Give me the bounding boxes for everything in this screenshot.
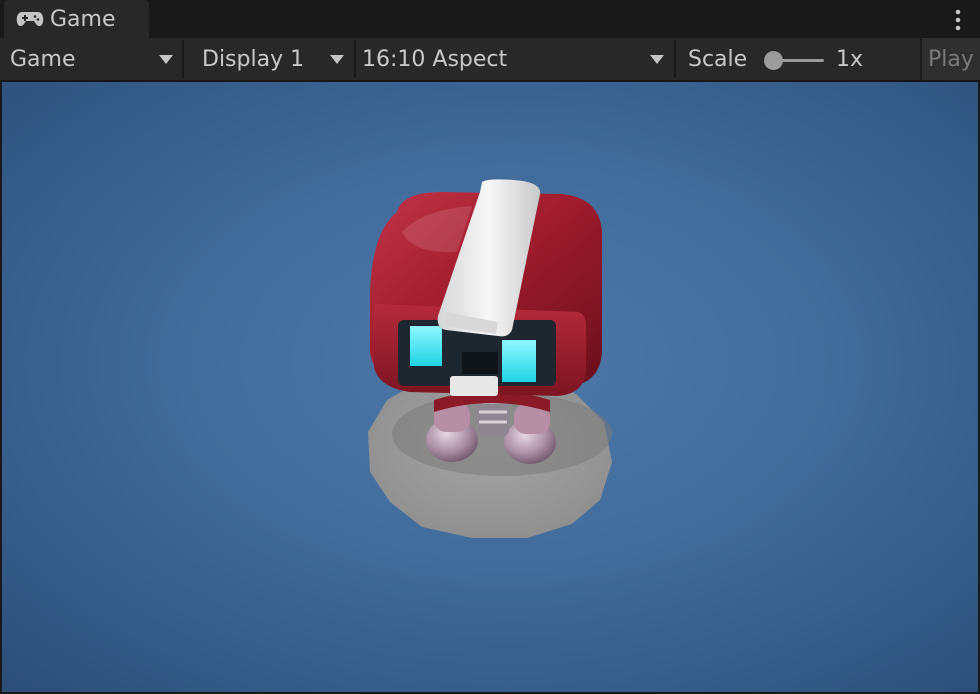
scale-slider-thumb[interactable]: [764, 51, 783, 70]
gamepad-icon: [16, 12, 44, 27]
display-dropdown[interactable]: Display 1: [184, 38, 354, 80]
game-mode-label: Game: [10, 46, 76, 72]
display-label: Display 1: [202, 46, 305, 72]
game-scene: [368, 179, 612, 538]
scale-label: Scale: [676, 38, 756, 80]
game-view-toolbar: Game Display 1 16:10 Aspect Scale 1x: [0, 38, 980, 82]
robot-head: [370, 179, 602, 396]
scale-value-text: 1x: [836, 46, 864, 72]
scale-label-text: Scale: [688, 46, 748, 72]
tab-game[interactable]: Game: [4, 0, 149, 38]
tab-bar: Game: [0, 0, 980, 38]
tab-label: Game: [50, 6, 116, 32]
game-viewport[interactable]: [2, 82, 978, 692]
chevron-down-icon: [159, 55, 173, 64]
play-label: Play: [928, 46, 974, 72]
chevron-down-icon: [330, 55, 344, 64]
play-focused-button[interactable]: Play: [920, 38, 980, 80]
more-options-icon[interactable]: [954, 9, 962, 31]
aspect-dropdown[interactable]: 16:10 Aspect: [356, 38, 674, 80]
game-mode-dropdown[interactable]: Game: [0, 38, 182, 80]
chevron-down-icon: [650, 55, 664, 64]
scale-value: 1x: [836, 38, 876, 80]
aspect-label: 16:10 Aspect: [362, 46, 508, 72]
